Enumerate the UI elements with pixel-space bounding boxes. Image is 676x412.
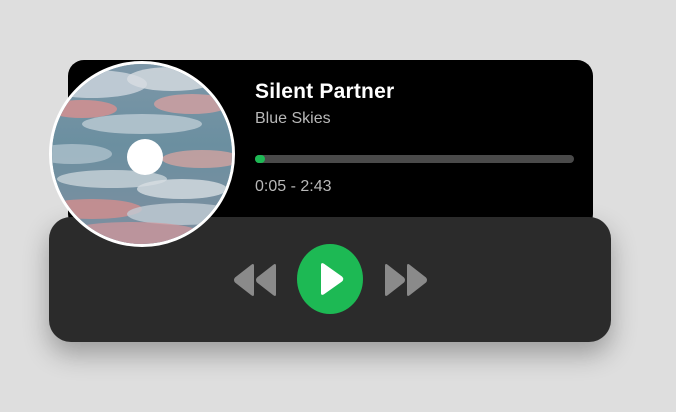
play-button[interactable] [297,244,363,314]
fast-forward-icon [385,264,427,296]
rewind-button[interactable] [232,263,278,297]
progress-bar-fill [255,155,265,163]
album-center-hole [127,139,163,175]
fast-forward-button[interactable] [383,263,429,297]
album-art [49,61,235,247]
rewind-icon [234,264,276,296]
progress-bar[interactable] [255,155,574,163]
track-artist: Blue Skies [255,110,331,127]
play-icon [321,263,344,295]
time-display: 0:05 - 2:43 [255,178,332,195]
track-title: Silent Partner [255,80,395,103]
